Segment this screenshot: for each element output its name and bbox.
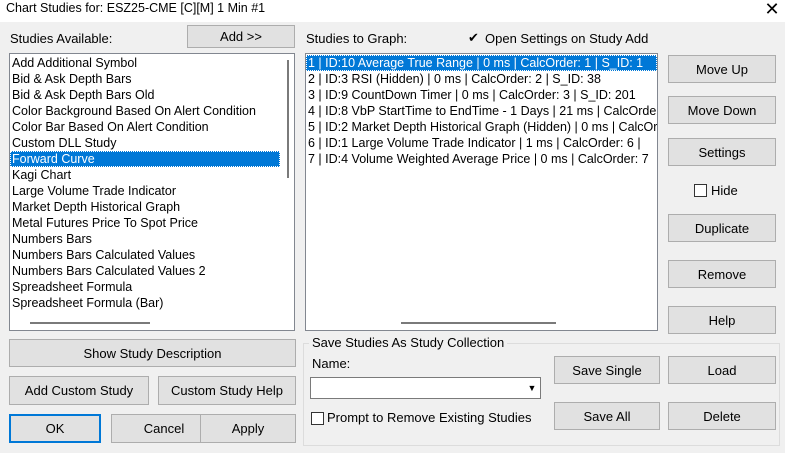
study-list-item[interactable]: Add Additional Symbol [10, 55, 280, 71]
studies-available-vscroll[interactable] [287, 60, 289, 178]
study-list-item[interactable]: Spreadsheet Formula (Bar) [10, 295, 280, 311]
studies-to-graph-label: Studies to Graph: [306, 31, 408, 46]
apply-button[interactable]: Apply [200, 414, 296, 443]
study-list-item[interactable]: Large Volume Trade Indicator [10, 183, 280, 199]
graph-list-item[interactable]: 4 | ID:8 VbP StartTime to EndTime - 1 Da… [306, 103, 657, 119]
hide-checkbox[interactable] [694, 184, 707, 197]
graph-list-item[interactable]: 2 | ID:3 RSI (Hidden) | 0 ms | CalcOrder… [306, 71, 657, 87]
load-button[interactable]: Load [668, 356, 776, 384]
graph-list-item[interactable]: 3 | ID:9 CountDown Timer | 0 ms | CalcOr… [306, 87, 657, 103]
graph-list-item[interactable]: 1 | ID:10 Average True Range | 0 ms | Ca… [306, 55, 657, 71]
study-list-item[interactable]: Metal Futures Price To Spot Price [10, 215, 280, 231]
studies-to-graph-hscroll[interactable] [401, 322, 556, 324]
remove-button[interactable]: Remove [668, 260, 776, 288]
graph-list-item[interactable]: 6 | ID:1 Large Volume Trade Indicator | … [306, 135, 657, 151]
move-down-button[interactable]: Move Down [668, 96, 776, 124]
custom-study-help-button[interactable]: Custom Study Help [158, 376, 296, 405]
prompt-remove-checkbox[interactable] [311, 412, 324, 425]
prompt-remove-label: Prompt to Remove Existing Studies [327, 410, 532, 425]
studies-available-label: Studies Available: [10, 31, 113, 46]
study-list-item[interactable]: Custom DLL Study [10, 135, 280, 151]
study-list-item[interactable]: Color Bar Based On Alert Condition [10, 119, 280, 135]
study-list-item[interactable]: Color Background Based On Alert Conditio… [10, 103, 280, 119]
study-list-item[interactable]: Market Depth Historical Graph [10, 199, 280, 215]
open-settings-checkbox[interactable]: ✔ [467, 31, 480, 44]
save-all-button[interactable]: Save All [554, 402, 660, 430]
delete-button[interactable]: Delete [668, 402, 776, 430]
settings-button[interactable]: Settings [668, 138, 776, 166]
window-title: Chart Studies for: ESZ25-CME [C][M] 1 Mi… [6, 1, 266, 15]
ok-button[interactable]: OK [9, 414, 101, 443]
close-icon[interactable]: ✕ [760, 0, 784, 20]
hide-label: Hide [711, 183, 738, 198]
study-list-item[interactable]: Kagi Chart [10, 167, 280, 183]
study-list-item[interactable]: Spreadsheet Formula [10, 279, 280, 295]
open-settings-label: Open Settings on Study Add [485, 31, 649, 46]
move-up-button[interactable]: Move Up [668, 55, 776, 83]
add-study-button[interactable]: Add >> [187, 25, 295, 48]
studies-available-list[interactable]: Add Additional Symbol Bid & Ask Depth Bar… [9, 53, 295, 331]
save-single-button[interactable]: Save Single [554, 356, 660, 384]
study-collection-title: Save Studies As Study Collection [309, 335, 508, 350]
study-list-item[interactable]: Bid & Ask Depth Bars [10, 71, 280, 87]
chevron-down-icon[interactable]: ▼ [524, 378, 540, 398]
study-list-item[interactable]: Bid & Ask Depth Bars Old [10, 87, 280, 103]
study-list-item[interactable]: Numbers Bars Calculated Values [10, 247, 280, 263]
graph-list-item[interactable]: 5 | ID:2 Market Depth Historical Graph (… [306, 119, 657, 135]
add-custom-study-button[interactable]: Add Custom Study [9, 376, 149, 405]
study-list-item[interactable]: Forward Curve [10, 151, 280, 167]
show-study-description-button[interactable]: Show Study Description [9, 339, 296, 367]
duplicate-button[interactable]: Duplicate [668, 214, 776, 242]
studies-to-graph-list[interactable]: 1 | ID:10 Average True Range | 0 ms | Ca… [305, 53, 658, 331]
collection-name-label: Name: [312, 356, 351, 371]
help-button[interactable]: Help [668, 306, 776, 334]
collection-name-combo[interactable]: ▼ [310, 377, 541, 399]
graph-list-item[interactable]: 7 | ID:4 Volume Weighted Average Price |… [306, 151, 657, 167]
study-list-item[interactable]: Numbers Bars [10, 231, 280, 247]
study-list-item[interactable]: Numbers Bars Calculated Values 2 [10, 263, 280, 279]
studies-available-hscroll[interactable] [30, 322, 150, 324]
